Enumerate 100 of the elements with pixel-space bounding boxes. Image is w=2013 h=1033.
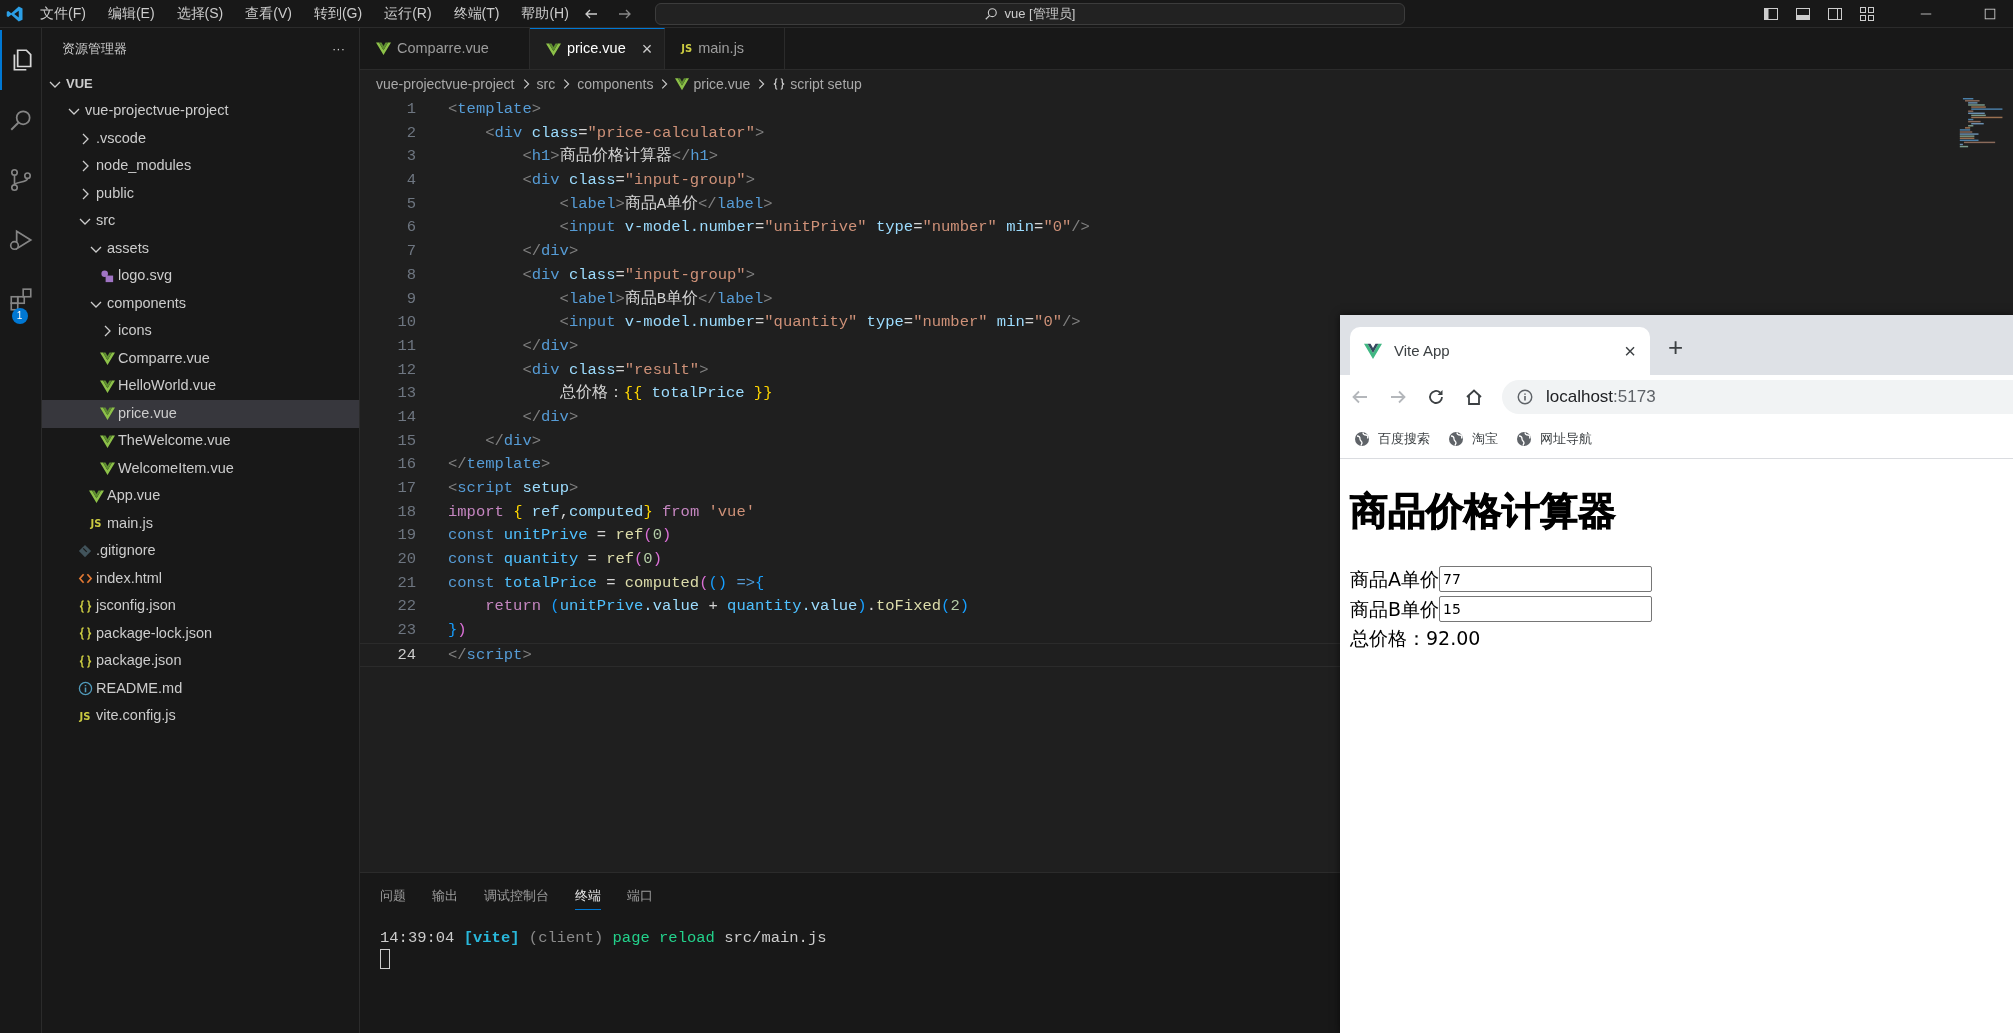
tree-item[interactable]: jsconfig.json <box>42 592 359 620</box>
tree-item[interactable]: icons <box>42 317 359 345</box>
layout-icon[interactable] <box>1795 5 1811 22</box>
editor-tab[interactable]: price.vue × <box>529 28 666 69</box>
line-number: 12 <box>396 359 416 381</box>
tree-item[interactable]: node_modules <box>42 152 359 180</box>
tree-item[interactable]: JS vite.config.js <box>42 702 359 730</box>
tree-item[interactable]: logo.svg <box>42 262 359 290</box>
address-bar[interactable]: localhost:5173 <box>1502 380 2013 414</box>
braces-icon <box>772 77 787 91</box>
menu-item[interactable]: 选择(S) <box>168 3 232 24</box>
vue-icon <box>99 461 115 477</box>
breadcrumb-item[interactable]: src <box>536 73 556 95</box>
tree-item[interactable]: price.vue <box>42 400 359 428</box>
maximize-icon[interactable] <box>1983 6 1997 21</box>
layout-icon[interactable] <box>1763 5 1779 22</box>
line-number: 6 <box>405 217 416 239</box>
tree-item[interactable]: src <box>42 207 359 235</box>
home-icon[interactable] <box>1464 387 1484 407</box>
tree-item[interactable]: TheWelcome.vue <box>42 427 359 455</box>
tree-item[interactable]: .vscode <box>42 125 359 153</box>
command-search-field[interactable]: vue [管理员] <box>654 2 1405 25</box>
panel-tab[interactable]: 问题 <box>380 881 406 911</box>
new-tab-button[interactable]: + <box>1668 328 1684 367</box>
layout-icon[interactable] <box>1859 5 1875 22</box>
breadcrumb-item[interactable]: script setup <box>772 73 862 95</box>
code-line: return (unitPrive.value + quantity.value).toFixed(2) <box>484 596 969 618</box>
tree-item[interactable]: .gitignore <box>42 537 359 565</box>
line-number: 22 <box>396 596 416 618</box>
breadcrumb-item[interactable]: price.vue <box>675 73 751 95</box>
code-line: <div class="price-calculator"> <box>484 122 765 144</box>
info-icon <box>77 681 93 697</box>
count-badge: 1 <box>11 308 28 324</box>
editor-tab[interactable]: JS main.js <box>665 28 786 69</box>
code-line: <script setup> <box>447 478 579 499</box>
vue-icon <box>675 77 690 91</box>
code-line: </script> <box>447 644 532 666</box>
panel-tab[interactable]: 终端 <box>575 881 601 911</box>
tree-item[interactable]: vue-projectvue-project <box>42 97 359 125</box>
more-actions-button[interactable]: ··· <box>332 39 345 59</box>
tree-item[interactable]: Comparre.vue <box>42 345 359 373</box>
line-number: 21 <box>396 572 416 594</box>
breadcrumb-item[interactable]: vue-projectvue-project <box>376 73 515 95</box>
js-icon: JS <box>79 708 91 724</box>
menu-item[interactable]: 编辑(E) <box>99 3 163 24</box>
breadcrumb-item[interactable]: components <box>577 73 654 95</box>
code-line: import { ref,computed} from 'vue' <box>447 501 756 523</box>
code-line: <template> <box>447 99 542 120</box>
tree-item[interactable]: README.md <box>42 675 359 703</box>
number-input[interactable]: 15 <box>1439 596 1653 622</box>
tree-item[interactable]: assets <box>42 235 359 263</box>
vue-icon <box>88 488 104 504</box>
vue-icon <box>99 378 115 394</box>
menu-item[interactable]: 转到(G) <box>305 3 371 24</box>
globe-icon <box>1448 430 1464 447</box>
section-header[interactable]: VUE <box>42 70 359 98</box>
menu-item[interactable]: 终端(T) <box>445 3 508 24</box>
code-line: const unitPrive = ref(0) <box>447 525 672 547</box>
extensions-icon[interactable] <box>7 287 34 313</box>
tree-item[interactable]: package.json <box>42 647 359 675</box>
menu-item[interactable]: 文件(F) <box>32 3 94 24</box>
vue-icon <box>376 41 391 56</box>
menu-item[interactable]: 查看(V) <box>237 3 300 24</box>
code-line: }) <box>447 620 467 642</box>
line-number: 2 <box>405 122 416 144</box>
bookmark[interactable]: 网址导航 <box>1516 428 1592 449</box>
tree-item[interactable]: index.html <box>42 565 359 593</box>
close-tab-button[interactable]: × <box>641 35 653 63</box>
editor-tab[interactable]: Comparre.vue <box>360 28 530 69</box>
tree-item[interactable]: JS main.js <box>42 510 359 538</box>
close-tab-button[interactable]: × <box>1624 336 1636 366</box>
layout-icon[interactable] <box>1827 5 1843 22</box>
js-icon: JS <box>90 516 102 532</box>
code-line: const quantity = ref(0) <box>447 549 662 571</box>
bookmark[interactable]: 淘宝 <box>1448 428 1498 449</box>
code-line: </template> <box>447 454 551 476</box>
line-number: 5 <box>405 193 416 215</box>
panel-tab[interactable]: 调试控制台 <box>484 881 549 911</box>
browser-tab[interactable]: Vite App × <box>1350 327 1650 375</box>
line-number: 4 <box>405 170 416 192</box>
terminal-cursor <box>380 949 390 969</box>
code-line: </div> <box>521 335 579 357</box>
tree-item[interactable]: public <box>42 180 359 208</box>
code-line: <input v-model.number="unitPrive" type="number" min="0"/> <box>558 217 1090 239</box>
info-icon <box>1516 388 1534 406</box>
line-number: 10 <box>396 312 416 334</box>
tree-item[interactable]: HelloWorld.vue <box>42 372 359 400</box>
menu-item[interactable]: 运行(R) <box>376 3 440 24</box>
panel-tab[interactable]: 输出 <box>432 881 458 911</box>
tree-item[interactable]: components <box>42 290 359 318</box>
panel-title: 资源管理器 <box>62 40 127 59</box>
reload-icon[interactable] <box>1426 387 1446 407</box>
tree-item[interactable]: package-lock.json <box>42 620 359 648</box>
tree-item[interactable]: WelcomeItem.vue <box>42 455 359 483</box>
bookmark[interactable]: 百度搜索 <box>1354 428 1430 449</box>
play-bug-icon[interactable] <box>7 227 34 253</box>
tree-item[interactable]: App.vue <box>42 482 359 510</box>
panel-tab[interactable]: 端口 <box>627 881 653 911</box>
number-input[interactable]: 77 <box>1439 566 1652 592</box>
menu-item[interactable]: 帮助(H) <box>513 3 577 24</box>
